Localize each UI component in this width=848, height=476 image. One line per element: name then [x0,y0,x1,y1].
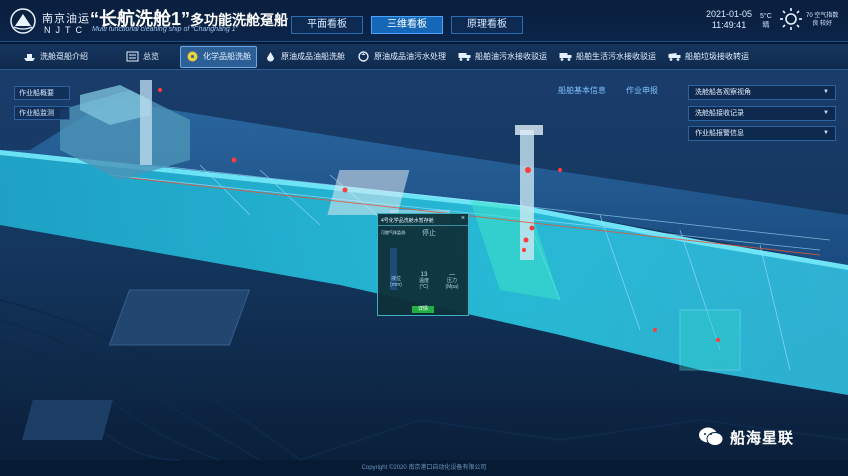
logo-chinese-text: 南京油运 [42,13,90,25]
weather-text: 晴 [762,22,770,29]
ship-icon [24,54,35,61]
recycle-icon [358,51,369,62]
work-apply-link[interactable]: 作业申报 [626,85,658,96]
watermark: 船海星联 [698,426,794,448]
nav-item-chemical-wash[interactable]: 化学品船洗舱 [180,45,257,68]
wechat-icon [699,427,724,446]
tab-plane-board[interactable]: 平面看板 [291,16,363,34]
hazard-icon [187,51,198,62]
sun-icon [780,8,802,30]
logo-english-text: NJTC [44,25,87,35]
nav-item-sewage-transfer[interactable]: 船舶生活污水接收驳运 [554,46,661,68]
dropdown-label: 作业船报警信息 [695,130,744,137]
detail-button[interactable]: 详情 [412,306,434,313]
view-angle-dropdown[interactable]: 洗舱船各观察视角 ▼ [688,85,836,100]
top-header: 南京油运 NJTC “长航洗舱1”多功能洗舱趸船 Multi functiona… [0,0,848,42]
nav-item-oily-water-transfer[interactable]: 船舶油污水接收驳运 [453,46,552,68]
dropdown-label: 洗舱船接收记录 [695,110,744,117]
weather-info: 5°C 晴 [760,12,772,30]
metric-unit: (mm) [390,282,402,288]
tank-info-popup: 4号化学品洗舱水暂存舱 × 可燃气体监测: 停止 液位 (mm) 13 温度 (… [377,213,469,316]
nav-label: 船舶垃圾接收转运 [685,52,749,61]
tab-3d-board[interactable]: 三维看板 [371,16,443,34]
garbage-truck-icon [668,53,681,61]
chevron-down-icon: ▼ [823,130,829,136]
date-text: 2021-01-05 [706,9,753,19]
watermark-text: 船海星联 [730,429,795,447]
alarm-info-dropdown[interactable]: 作业船报警信息 ▼ [688,126,836,141]
metric-temperature: 13 温度 (°C) [412,272,436,290]
nav-item-oil-tanker-wash[interactable]: 原油成品油船洗舱 [259,46,350,68]
metric-level: 液位 (mm) [384,276,408,288]
aqi-value: 70 空气指数 [806,13,839,19]
popup-title: 4号化学品洗舱水暂存舱 [381,218,434,224]
time-text: 11:49:41 [711,20,747,30]
tab-principle-board[interactable]: 原理看板 [451,16,523,34]
metric-unit: (°C) [419,284,429,290]
nav-label: 船舶生活污水接收驳运 [576,52,656,61]
work-ship-monitor-button[interactable]: 作业船监测 [14,106,70,120]
nav-item-garbage-transfer[interactable]: 船舶垃圾接收转运 [663,46,754,68]
metric-pressure: — 压力 (Mpa) [440,272,464,290]
metric-unit: (Mpa) [445,284,459,290]
temperature-text: 5°C [760,13,772,20]
oil-drop-icon [267,52,274,62]
popup-divider [378,225,468,226]
list-icon [126,51,139,62]
close-icon[interactable]: × [461,215,465,222]
main-nav: 洗舱趸船介绍 总览 化学品船洗舱 原油成品油船洗舱 原油成品油污水处理 船舶油污… [0,44,848,70]
air-quality-info: 70 空气指数 良 较好 [806,12,838,28]
chevron-down-icon: ▼ [823,110,829,116]
work-ship-summary-button[interactable]: 作业船概要 [14,86,70,100]
nav-item-oil-wastewater[interactable]: 原油成品油污水处理 [352,46,451,68]
gas-monitor-value: 停止 [422,230,436,237]
truck-icon [458,53,471,61]
nav-label: 船舶油污水接收驳运 [475,52,547,61]
company-logo-icon [10,8,36,34]
nav-item-overview[interactable]: 总览 [121,46,164,68]
truck-icon [559,53,572,61]
dropdown-label: 洗舱船各观察视角 [695,89,751,96]
ship-info-link[interactable]: 船舶基本信息 [558,85,606,96]
nav-label: 洗舱趸船介绍 [40,52,88,61]
page-subtitle: Multi functional cleaning ship of “Chang… [92,26,238,33]
nav-label: 原油成品油船洗舱 [281,52,345,61]
nav-label: 原油成品油污水处理 [374,52,446,61]
receive-record-dropdown[interactable]: 洗舱船接收记录 ▼ [688,106,836,121]
view-tabs: 平面看板 三维看板 原理看板 [291,16,523,34]
datetime: 2021-01-05 11:49:41 [706,9,752,31]
nav-label: 化学品船洗舱 [203,52,251,61]
aqi-level: 良 较好 [812,21,832,27]
nav-label: 总览 [143,52,159,61]
chevron-down-icon: ▼ [823,89,829,95]
nav-item-ship-intro[interactable]: 洗舱趸船介绍 [18,46,93,68]
footer-copyright: Copyright ©2020 南京港口自动化设备有限公司 [361,465,487,471]
gas-monitor-label: 可燃气体监测: [381,230,407,235]
